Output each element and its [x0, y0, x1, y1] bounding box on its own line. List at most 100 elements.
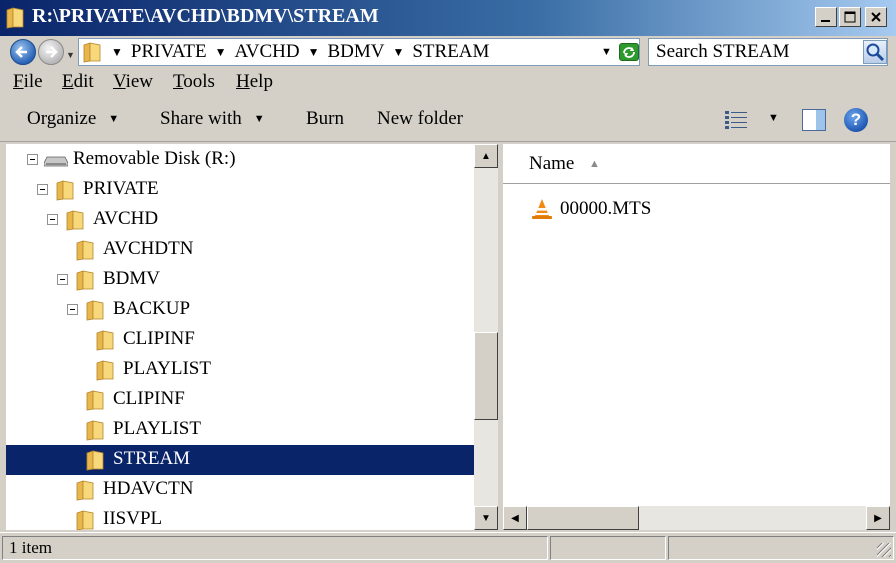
collapse-icon[interactable]: [37, 184, 48, 195]
menu-file[interactable]: File: [13, 71, 43, 93]
arrow-down-icon: ▼: [481, 512, 491, 524]
menu-help[interactable]: Help: [236, 71, 273, 93]
menu-accel-key: V: [113, 71, 126, 92]
tree-item[interactable]: HDAVCTN: [6, 475, 474, 505]
folder-icon: [76, 510, 94, 530]
organize-button[interactable]: Organize ▼: [27, 108, 119, 130]
resize-grip-icon[interactable]: [877, 543, 891, 557]
folder-icon: [86, 300, 104, 321]
tree-item[interactable]: PLAYLIST: [6, 355, 474, 385]
burn-button[interactable]: Burn: [306, 108, 344, 130]
address-bar[interactable]: ▼ PRIVATE ▼ AVCHD ▼ BDMV ▼ STREAM ▼: [78, 38, 640, 66]
breadcrumb-item[interactable]: BDMV: [327, 41, 384, 63]
views-dropdown-icon[interactable]: ▼: [768, 112, 779, 124]
column-header-label: Name: [529, 153, 575, 174]
address-row: ▼ ▼ PRIVATE ▼ AVCHD ▼ BDMV ▼ STREAM ▼ Se…: [0, 36, 896, 68]
search-icon: [866, 43, 885, 62]
recent-pages-dropdown-icon[interactable]: ▼: [66, 50, 75, 60]
search-button[interactable]: [863, 40, 887, 64]
breadcrumb-arrow-icon[interactable]: ▼: [308, 45, 320, 60]
tree-item[interactable]: PLAYLIST: [6, 415, 474, 445]
menu-accel-key: F: [13, 71, 24, 92]
share-with-button[interactable]: Share with ▼: [160, 108, 265, 130]
file-list-horizontal-scrollbar[interactable]: ◀ ▶: [503, 506, 890, 530]
menu-view[interactable]: View: [113, 71, 153, 93]
sort-ascending-icon: ▲: [589, 158, 600, 170]
tree-item-selected[interactable]: STREAM: [6, 445, 474, 475]
item-count: 1 item: [9, 538, 52, 557]
breadcrumb: ▼ PRIVATE ▼ AVCHD ▼ BDMV ▼ STREAM: [111, 41, 497, 63]
new-folder-button[interactable]: New folder: [377, 108, 463, 130]
tree-item-label: HDAVCTN: [103, 478, 194, 499]
tree-vertical-scrollbar[interactable]: ▲ ▼: [474, 144, 498, 530]
vlc-icon: [532, 199, 552, 219]
navigation-tree[interactable]: Removable Disk (R:) PRIVATE AVCHD AVCHDT…: [6, 144, 500, 530]
menu-label: dit: [73, 71, 94, 92]
maximize-button[interactable]: [839, 7, 861, 27]
search-input[interactable]: Search STREAM: [648, 38, 888, 66]
collapse-icon[interactable]: [67, 304, 78, 315]
folder-icon: [76, 240, 94, 261]
preview-pane-icon[interactable]: [802, 109, 826, 131]
folder-icon: [66, 210, 84, 231]
chevron-down-icon: ▼: [253, 113, 265, 125]
minimize-button[interactable]: [815, 7, 837, 27]
menu-accel-key: T: [173, 71, 184, 92]
tree-item[interactable]: PRIVATE: [6, 175, 474, 205]
tree-item-label: AVCHDTN: [103, 238, 194, 259]
scroll-right-button[interactable]: ▶: [866, 506, 890, 530]
tree-item[interactable]: AVCHD: [6, 205, 474, 235]
breadcrumb-item[interactable]: STREAM: [412, 41, 489, 63]
arrow-right-icon: ▶: [874, 512, 882, 524]
back-button[interactable]: [10, 39, 36, 65]
tree-item-label: BACKUP: [113, 298, 191, 319]
tree-item[interactable]: BDMV: [6, 265, 474, 295]
tree-item[interactable]: BACKUP: [6, 295, 474, 325]
menu-accel-key: E: [62, 71, 74, 92]
menu-tools[interactable]: Tools: [173, 71, 215, 93]
file-name: 00000.MTS: [560, 198, 652, 219]
scroll-down-button[interactable]: ▼: [474, 506, 498, 530]
views-icon[interactable]: [724, 110, 748, 130]
help-icon[interactable]: ?: [844, 108, 868, 132]
breadcrumb-item[interactable]: AVCHD: [234, 41, 299, 63]
scroll-up-button[interactable]: ▲: [474, 144, 498, 168]
scroll-thumb[interactable]: [527, 506, 639, 530]
arrow-left-icon: [15, 46, 27, 58]
menu-edit[interactable]: Edit: [62, 71, 94, 93]
breadcrumb-arrow-icon[interactable]: ▼: [392, 45, 404, 60]
breadcrumb-arrow-icon[interactable]: ▼: [215, 45, 227, 60]
breadcrumb-item[interactable]: PRIVATE: [131, 41, 207, 63]
tree-item[interactable]: AVCHDTN: [6, 235, 474, 265]
forward-button[interactable]: [38, 39, 64, 65]
tree-item[interactable]: CLIPINF: [6, 325, 474, 355]
menu-label: ile: [23, 71, 43, 92]
scroll-thumb[interactable]: [474, 332, 498, 420]
folder-icon: [6, 7, 24, 29]
folder-icon: [86, 420, 104, 441]
address-history-dropdown-icon[interactable]: ▼: [601, 46, 612, 58]
refresh-icon: [623, 47, 635, 58]
title-bar[interactable]: R:\PRIVATE\AVCHD\BDMV\STREAM: [0, 0, 896, 36]
scroll-left-button[interactable]: ◀: [503, 506, 527, 530]
file-list[interactable]: Name ▲ 00000.MTS: [503, 144, 890, 530]
breadcrumb-arrow-icon[interactable]: ▼: [111, 45, 123, 60]
folder-icon: [56, 180, 74, 201]
tree-item[interactable]: Removable Disk (R:): [6, 145, 474, 175]
collapse-icon[interactable]: [27, 154, 38, 165]
column-header-name[interactable]: Name ▲: [503, 144, 890, 184]
menu-label: iew: [125, 71, 154, 92]
collapse-icon[interactable]: [47, 214, 58, 225]
close-button[interactable]: [865, 7, 887, 27]
arrow-up-icon: ▲: [481, 150, 491, 162]
tree-item[interactable]: IISVPL: [6, 505, 474, 530]
status-cell-count: 1 item: [2, 536, 548, 560]
tree-item-label: BDMV: [103, 268, 161, 289]
folder-icon: [83, 42, 101, 63]
collapse-icon[interactable]: [57, 274, 68, 285]
new-folder-label: New folder: [377, 108, 463, 129]
tree-item[interactable]: CLIPINF: [6, 385, 474, 415]
status-cell: [668, 536, 894, 560]
refresh-button[interactable]: [619, 43, 639, 61]
share-with-label: Share with: [160, 108, 242, 129]
